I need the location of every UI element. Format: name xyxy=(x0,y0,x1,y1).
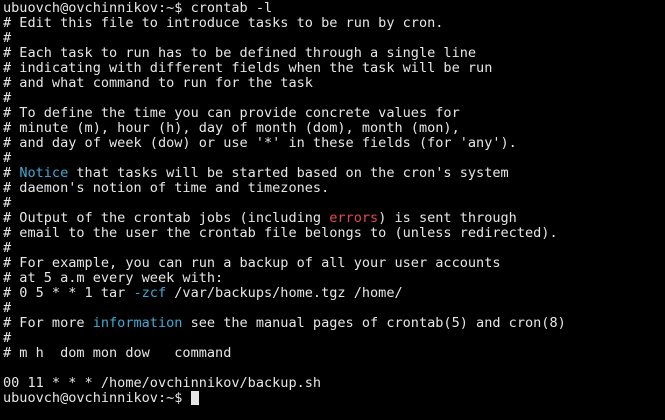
terminal-text: # m h dom mon dow command xyxy=(3,346,232,361)
terminal-text: # email to the user the crontab file bel… xyxy=(3,226,558,241)
terminal-line: # and day of week (dow) or use '*' in th… xyxy=(3,136,665,151)
terminal-text: # xyxy=(3,331,12,346)
terminal-text: # minute (m), hour (h), day of month (do… xyxy=(3,121,460,136)
terminal-text: # xyxy=(3,151,12,166)
terminal-text: # xyxy=(3,301,12,316)
terminal-cursor xyxy=(190,391,199,405)
terminal-line: 00 11 * * * /home/ovchinnikov/backup.sh xyxy=(3,376,665,391)
terminal-text: # Output of the crontab jobs (including xyxy=(3,211,330,226)
terminal-text: ubuovch@ovchinnikov:~$ crontab -l xyxy=(3,1,273,16)
terminal-text: /var/backups/home.tgz /home/ xyxy=(166,286,403,301)
terminal-line: # and what command to run for the task xyxy=(3,76,665,91)
terminal-line: # xyxy=(3,331,665,346)
terminal-line: # Output of the crontab jobs (including … xyxy=(3,211,665,226)
terminal-text: # xyxy=(3,31,12,46)
terminal-line: # For more information see the manual pa… xyxy=(3,316,665,331)
terminal-line: # xyxy=(3,301,665,316)
terminal-line: # Edit this file to introduce tasks to b… xyxy=(3,16,665,31)
terminal-text: Notice xyxy=(19,166,69,181)
terminal-line: # 0 5 * * 1 tar -zcf /var/backups/home.t… xyxy=(3,286,665,301)
terminal-text: # Edit this file to introduce tasks to b… xyxy=(3,16,444,31)
terminal-line: # at 5 a.m every week with: xyxy=(3,271,665,286)
terminal-line: # indicating with different fields when … xyxy=(3,61,665,76)
terminal-text: # To define the time you can provide con… xyxy=(3,106,460,121)
terminal-text: # For example, you can run a backup of a… xyxy=(3,256,501,271)
terminal-text: # xyxy=(3,166,20,181)
terminal-text: ubuovch@ovchinnikov:~$ xyxy=(3,391,191,406)
terminal-line: # xyxy=(3,151,665,166)
terminal-text: # xyxy=(3,91,12,106)
terminal-line: # xyxy=(3,31,665,46)
terminal-line: # xyxy=(3,91,665,106)
terminal-text: that tasks will be started based on the … xyxy=(68,166,509,181)
terminal-text: # daemon's notion of time and timezones. xyxy=(3,181,330,196)
terminal-text: # For more xyxy=(3,316,93,331)
terminal-text: # xyxy=(3,196,12,211)
terminal-text: ) is sent through xyxy=(378,211,517,226)
terminal-text: # Each task to run has to be defined thr… xyxy=(3,46,477,61)
terminal-line: # email to the user the crontab file bel… xyxy=(3,226,665,241)
terminal-text: errors xyxy=(329,211,379,226)
terminal-text: # and day of week (dow) or use '*' in th… xyxy=(3,136,517,151)
terminal-line: # xyxy=(3,196,665,211)
terminal-line: # Each task to run has to be defined thr… xyxy=(3,46,665,61)
terminal-text: # at 5 a.m every week with: xyxy=(3,271,224,286)
terminal-text: 00 11 * * * /home/ovchinnikov/backup.sh xyxy=(3,376,322,391)
terminal-line: # minute (m), hour (h), day of month (do… xyxy=(3,121,665,136)
terminal-text: # xyxy=(3,241,12,256)
terminal-line: ubuovch@ovchinnikov:~$ crontab -l xyxy=(3,1,665,16)
terminal-window[interactable]: ubuovch@ovchinnikov:~$ crontab -l # Edit … xyxy=(0,0,665,420)
terminal-text: # and what command to run for the task xyxy=(3,76,313,91)
terminal-text: -zcf xyxy=(133,286,167,301)
terminal-line: # Notice that tasks will be started base… xyxy=(3,166,665,181)
terminal-line: # To define the time you can provide con… xyxy=(3,106,665,121)
terminal-line: # For example, you can run a backup of a… xyxy=(3,256,665,271)
terminal-text: information xyxy=(92,316,183,331)
terminal-line: # daemon's notion of time and timezones. xyxy=(3,181,665,196)
terminal-line: ubuovch@ovchinnikov:~$ xyxy=(3,391,665,406)
terminal-text: # indicating with different fields when … xyxy=(3,61,493,76)
terminal-line: # m h dom mon dow command xyxy=(3,346,665,361)
terminal-text: # 0 5 * * 1 tar xyxy=(3,286,134,301)
terminal-line: # xyxy=(3,241,665,256)
terminal-text: see the manual pages of crontab(5) and c… xyxy=(182,316,566,331)
